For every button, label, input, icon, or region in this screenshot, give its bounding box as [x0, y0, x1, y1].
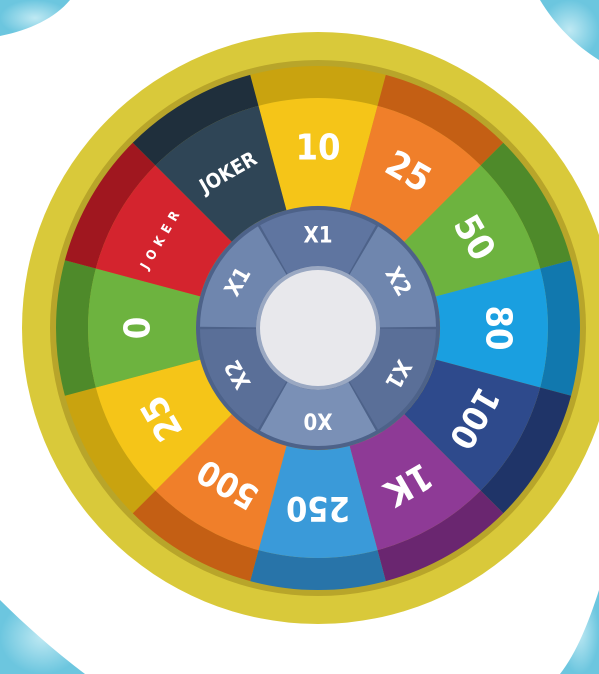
- wheel-hub: [260, 270, 376, 386]
- multiplier-label: X1: [303, 224, 332, 249]
- multiplier-label: X0: [303, 408, 332, 433]
- wheel-group[interactable]: 10 2550801001K250500250JOKERJOKERX1X2X1X0…: [22, 32, 599, 624]
- prize-segment-label: 10: [295, 128, 340, 169]
- prize-segment-label: 250: [286, 488, 350, 528]
- prize-wheel[interactable]: 10 2550801001K250500250JOKERJOKERX1X2X1X0…: [0, 0, 599, 674]
- prize-segment-label: 0: [118, 317, 159, 340]
- prize-segment-label: 80: [478, 305, 519, 350]
